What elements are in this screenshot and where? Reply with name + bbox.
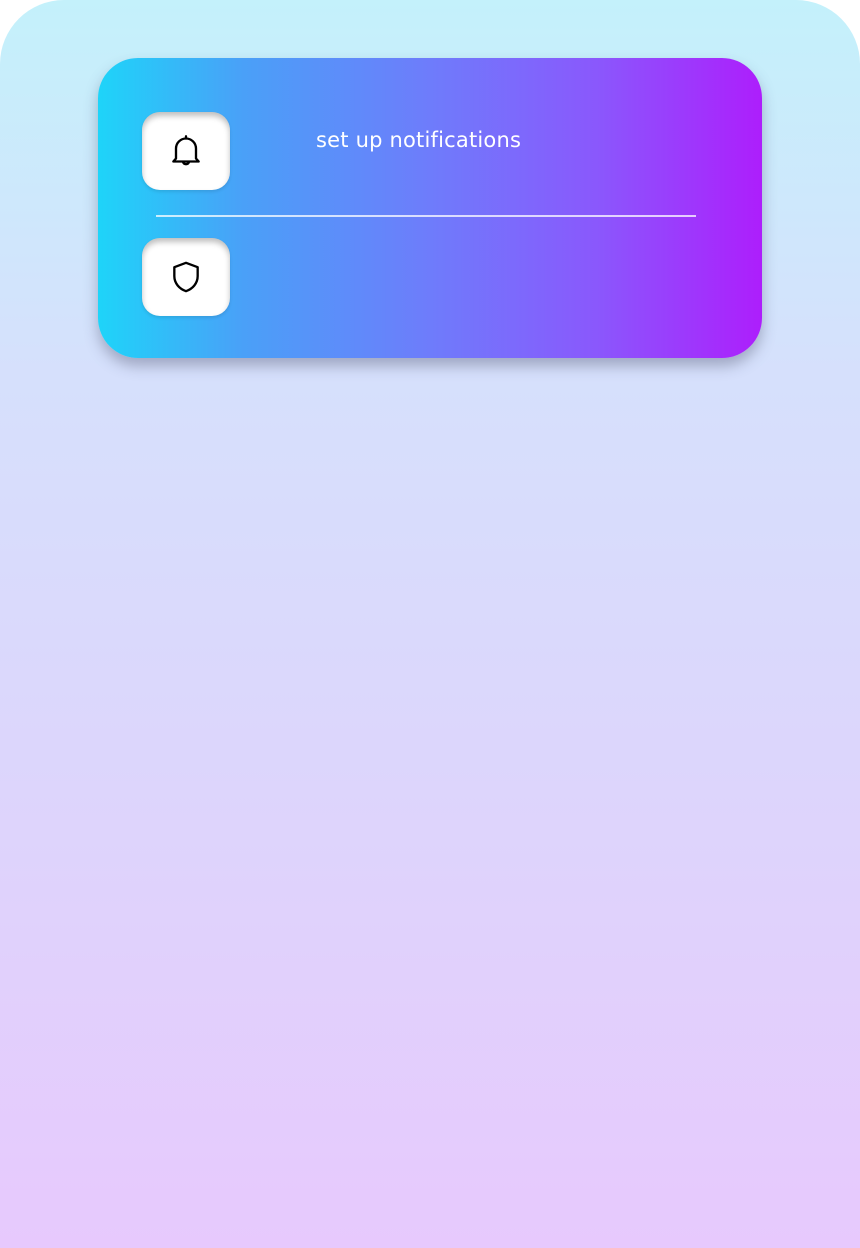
notifications-icon-button[interactable] <box>142 112 230 190</box>
bell-icon <box>172 135 200 166</box>
settings-card: set up notifications <box>98 58 762 358</box>
shield-icon <box>173 261 199 293</box>
menu-item-label: set up notifications <box>316 128 522 152</box>
app-screen: set up notifications <box>0 0 860 1248</box>
security-icon-button[interactable] <box>142 238 230 316</box>
divider <box>156 215 696 217</box>
menu-item-notifications[interactable]: set up notifications <box>98 112 762 190</box>
menu-item-security[interactable] <box>98 238 762 316</box>
